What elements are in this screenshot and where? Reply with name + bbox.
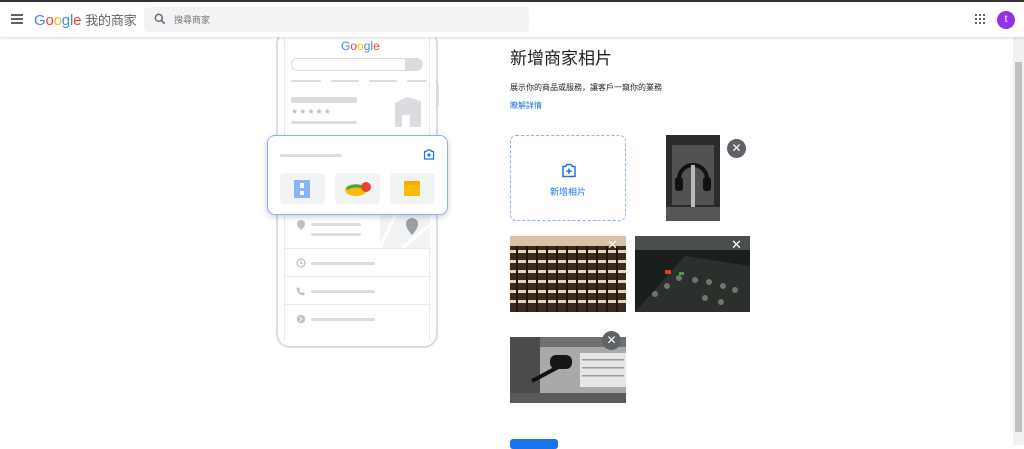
globe-icon <box>296 314 306 324</box>
top-app-bar: Google我的商家 t <box>0 0 1024 37</box>
photos-card-illustration <box>267 135 448 215</box>
remove-photo-button[interactable]: ✕ <box>727 236 746 255</box>
next-button[interactable] <box>510 439 558 449</box>
logo-letter: o <box>45 12 54 29</box>
apps-grid-icon[interactable] <box>975 14 985 24</box>
remove-photo-button[interactable]: ✕ <box>727 139 746 158</box>
preview-rating-stars: ★★★★★ <box>291 107 332 116</box>
menu-icon[interactable] <box>11 12 25 26</box>
search-bar[interactable] <box>144 7 529 32</box>
add-photo-icon <box>562 163 576 178</box>
phone-icon <box>296 287 305 296</box>
add-photo-label: 新增相片 <box>549 187 586 197</box>
uploaded-photo-headphones[interactable] <box>666 135 720 221</box>
map-thumbnail <box>380 213 430 248</box>
clock-icon <box>296 258 306 268</box>
page-scrollbar[interactable] <box>1013 37 1024 445</box>
remove-photo-button[interactable]: ✕ <box>602 331 621 350</box>
logo-letter: e <box>73 12 82 29</box>
preview-google-logo: Google <box>341 39 380 53</box>
logo-letter: e <box>373 39 380 53</box>
logo-letter: G <box>341 39 351 53</box>
logo-letter: G <box>34 12 46 29</box>
account-avatar[interactable]: t <box>997 11 1015 29</box>
storefront-icon <box>395 97 421 127</box>
add-photo-icon <box>423 149 435 160</box>
product-name: 我的商家 <box>85 13 137 28</box>
logo-letter: g <box>61 12 70 29</box>
search-input[interactable] <box>174 10 514 29</box>
remove-photo-button[interactable]: ✕ <box>603 236 622 255</box>
scrollbar-thumb[interactable] <box>1015 62 1022 432</box>
preview-search-box <box>291 58 423 71</box>
learn-more-link[interactable]: 瞭解詳情 <box>510 100 542 111</box>
add-photo-button[interactable]: 新增相片 <box>510 135 626 221</box>
location-pin-icon <box>297 220 305 230</box>
tile-food <box>335 173 380 204</box>
page-description: 展示你的商品或服務，讓客戶一窺你的業務 <box>510 83 662 92</box>
page-title: 新增商家相片 <box>510 49 612 68</box>
tile-bag <box>390 173 435 204</box>
tile-building <box>280 173 325 204</box>
google-my-business-logo[interactable]: Google 我的商家 <box>34 10 137 29</box>
logo-letter: o <box>53 12 62 29</box>
logo-letter: o <box>357 39 364 53</box>
search-icon <box>154 13 166 25</box>
